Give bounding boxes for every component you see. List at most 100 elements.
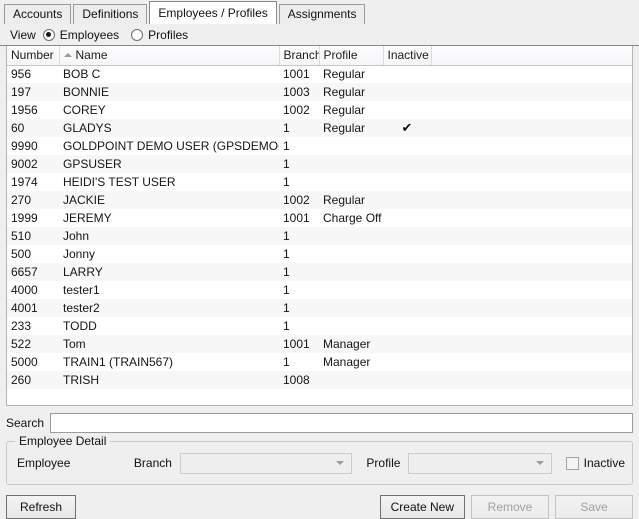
table-row[interactable]: 4000 tester1 1 — [7, 281, 632, 299]
cell-inactive — [383, 227, 431, 245]
tab-assignments[interactable]: Assignments — [278, 4, 366, 24]
cell-profile — [319, 155, 383, 173]
cell-name: TODD — [63, 319, 97, 333]
cell-name: tester2 — [59, 299, 279, 317]
table-row[interactable]: 522 Tom 1001 Manager — [7, 335, 632, 353]
search-input[interactable] — [50, 413, 633, 433]
cell-number: 4001 — [7, 299, 59, 317]
column-header-number[interactable]: Number — [7, 46, 60, 66]
table-row[interactable]: 233 TODD 1 — [7, 317, 632, 335]
radio-employees[interactable]: Employees — [42, 28, 119, 42]
table-row[interactable]: 1974 HEIDI'S TEST USER 1 — [7, 173, 632, 191]
cell-filler — [431, 353, 632, 371]
cell-name: COREY — [63, 103, 106, 117]
cell-number: 9002 — [7, 155, 59, 173]
cell-inactive — [383, 245, 431, 263]
check-icon: ✔ — [401, 120, 413, 135]
cell-inactive — [383, 353, 431, 371]
cell-inactive — [383, 83, 431, 101]
column-header-profile[interactable]: Profile — [319, 46, 384, 66]
tab-accounts[interactable]: Accounts — [4, 4, 72, 24]
column-header-name[interactable]: Name — [59, 46, 280, 66]
cell-filler — [431, 155, 632, 173]
cell-name: GLADYS — [59, 119, 279, 137]
remove-button: Remove — [471, 495, 549, 519]
cell-branch: 1 — [283, 139, 290, 153]
table-row[interactable]: 510 John 1 — [7, 227, 632, 245]
cell-profile — [319, 245, 383, 263]
cell-branch: 1002 — [283, 103, 310, 117]
column-header-filler — [431, 46, 632, 66]
cell-inactive — [383, 191, 431, 209]
cell-number: 1999 — [11, 211, 38, 225]
table-row[interactable]: 4001 tester2 1 — [7, 299, 632, 317]
inactive-checkbox-label: Inactive — [583, 456, 625, 470]
cell-filler — [431, 245, 632, 263]
cell-name: tester1 — [63, 283, 100, 297]
radio-profiles[interactable]: Profiles — [131, 28, 188, 42]
cell-profile — [319, 173, 383, 191]
table-row[interactable]: 500 Jonny 1 — [7, 245, 632, 263]
radio-profiles-indicator[interactable] — [131, 28, 144, 41]
save-button: Save — [555, 495, 633, 519]
cell-branch: 1003 — [279, 83, 319, 101]
column-header-inactive[interactable]: Inactive — [383, 46, 432, 66]
cell-profile — [319, 317, 383, 335]
table-row[interactable]: 9002 GPSUSER 1 — [7, 155, 632, 173]
cell-branch: 1001 — [279, 335, 319, 353]
cell-number: 4000 — [11, 283, 38, 297]
refresh-button[interactable]: Refresh — [6, 495, 76, 519]
table-row[interactable]: 60 GLADYS 1 Regular ✔ — [7, 119, 632, 137]
cell-profile: Regular — [319, 191, 383, 209]
cell-filler — [431, 371, 632, 389]
table-row[interactable]: 1956 COREY 1002 Regular — [7, 101, 632, 119]
cell-number: 60 — [7, 119, 59, 137]
cell-profile — [319, 299, 383, 317]
table-row[interactable]: 9990 GOLDPOINT DEMO USER (GPSDEMO6) 1 — [7, 137, 632, 155]
cell-inactive — [383, 263, 431, 281]
create-new-button[interactable]: Create New — [379, 495, 465, 519]
cell-name: BOB C — [63, 67, 101, 82]
cell-inactive: ✔ — [383, 119, 431, 137]
inactive-checkbox-group[interactable]: Inactive — [565, 456, 625, 470]
column-header-name-label: Name — [75, 48, 108, 63]
table-row[interactable]: 1999 JEREMY 1001 Charge Off — [7, 209, 632, 227]
profile-dropdown[interactable] — [408, 452, 552, 474]
employee-field-label: Employee — [17, 456, 71, 470]
employee-detail-title: Employee Detail — [15, 434, 111, 448]
cell-profile — [319, 137, 383, 155]
branch-dropdown[interactable] — [179, 452, 353, 474]
cell-inactive — [383, 209, 431, 227]
cell-profile — [319, 227, 383, 245]
cell-inactive — [383, 371, 431, 389]
table-row[interactable]: 6657 LARRY 1 — [7, 263, 632, 281]
cell-name: TRISH — [59, 371, 279, 389]
cell-branch: 1 — [279, 155, 319, 173]
table-row[interactable]: 197 BONNIE 1003 Regular — [7, 83, 632, 101]
cell-name: GOLDPOINT DEMO USER (GPSDEMO6) — [63, 139, 279, 153]
cell-number: 9990 — [11, 139, 38, 153]
cell-branch: 1008 — [279, 371, 319, 389]
cell-filler — [431, 227, 632, 245]
table-row[interactable]: 260 TRISH 1008 — [7, 371, 632, 389]
inactive-checkbox[interactable] — [565, 456, 579, 470]
employees-grid[interactable]: Number Name Branch Profile Inactive 956 B… — [6, 46, 633, 406]
cell-filler — [431, 119, 632, 137]
tab-definitions[interactable]: Definitions — [73, 4, 148, 24]
cell-profile: Regular — [319, 119, 383, 137]
sort-ascending-icon — [63, 53, 72, 58]
table-row[interactable]: 270 JACKIE 1002 Regular — [7, 191, 632, 209]
table-row[interactable]: 956 BOB C 1001 Regular — [7, 65, 632, 83]
tab-employees-profiles[interactable]: Employees / Profiles — [149, 1, 277, 24]
profile-field-label: Profile — [366, 456, 401, 470]
cell-inactive — [383, 281, 431, 299]
table-body: 956 BOB C 1001 Regular 197 BONNIE 1003 Regular 1… — [7, 65, 632, 389]
table-row[interactable]: 5000 TRAIN1 (TRAIN567) 1 Manager — [7, 353, 632, 371]
cell-profile — [319, 281, 383, 299]
cell-number: 197 — [7, 83, 59, 101]
cell-filler — [431, 263, 632, 281]
column-header-branch[interactable]: Branch — [279, 46, 320, 66]
table-header-row: Number Name Branch Profile Inactive — [7, 46, 632, 66]
radio-employees-indicator[interactable] — [42, 28, 55, 41]
cell-profile: Regular — [323, 103, 366, 117]
